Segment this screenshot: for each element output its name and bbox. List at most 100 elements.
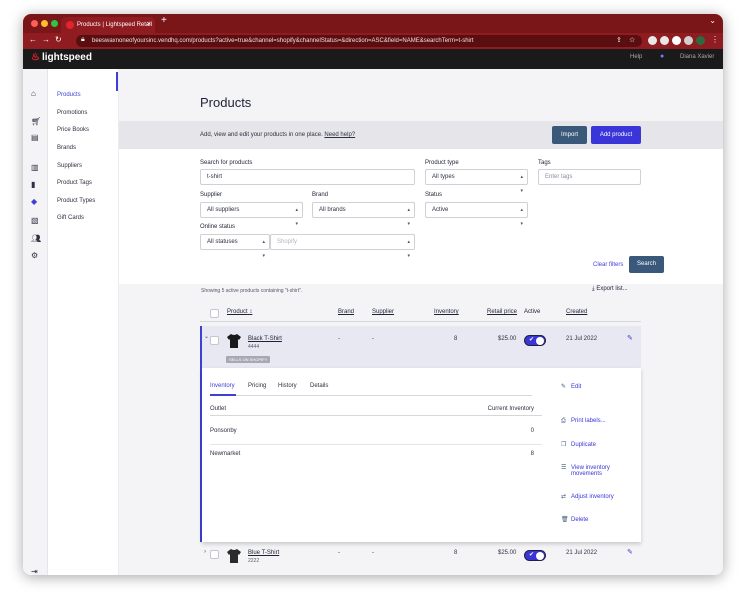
tags-placeholder: Enter tags <box>545 174 573 180</box>
supplier-select[interactable]: All suppliers ▴ ▾ <box>200 202 303 227</box>
adjust-action-label: Adjust inventory <box>571 494 614 500</box>
row-checkbox[interactable] <box>210 336 219 345</box>
edit-pencil-icon[interactable]: ✎ <box>627 334 633 342</box>
flame-icon: ♨ <box>31 52 40 63</box>
product-name-link[interactable]: Blue T-Shirt <box>248 550 279 556</box>
expand-chevron-icon[interactable]: › <box>204 549 206 555</box>
puzzle-extensions-icon[interactable] <box>672 36 681 45</box>
close-tab-icon[interactable]: × <box>147 17 151 33</box>
brand-select[interactable]: All brands ▴ ▾ <box>312 202 415 227</box>
column-product[interactable]: Product ↕ <box>227 309 252 315</box>
back-arrow-icon[interactable]: ← <box>29 35 37 44</box>
edit-pencil-icon[interactable]: ✎ <box>627 548 633 556</box>
printer-icon: ⎙ <box>561 418 566 424</box>
subnav-item-suppliers[interactable]: Suppliers <box>57 163 82 169</box>
status-select[interactable]: Active ▴ ▾ <box>425 202 528 227</box>
lightspeed-logo[interactable]: ♨ lightspeed <box>31 52 92 63</box>
export-list-button[interactable]: ⤓ Export list... <box>592 286 628 293</box>
print-labels-action[interactable]: ⎙ Print labels... <box>561 418 606 425</box>
address-url[interactable]: beeswaxnoneofyoursinc.vendhq.com/product… <box>92 35 474 47</box>
help-link[interactable]: Help <box>630 54 642 60</box>
browser-menu-icon[interactable]: ⋮ <box>711 35 719 44</box>
import-button[interactable]: Import <box>552 126 587 144</box>
subnav-item-price-books[interactable]: Price Books <box>57 127 89 133</box>
subnav-item-brands[interactable]: Brands <box>57 145 76 151</box>
subnav-item-promotions[interactable]: Promotions <box>57 110 87 116</box>
column-retail-price[interactable]: Retail price <box>487 309 517 315</box>
view-inventory-movements-action[interactable]: ☰ View inventory movements <box>561 464 610 477</box>
column-inventory[interactable]: Inventory <box>434 309 459 315</box>
add-product-button[interactable]: Add product <box>591 126 641 144</box>
row-checkbox[interactable] <box>210 550 219 559</box>
tab-history[interactable]: History <box>278 383 297 389</box>
table-row[interactable]: ⌄ Black T-Shirt 4444 SELLS ON SHOPIFY - … <box>200 326 641 368</box>
extension-icon[interactable] <box>648 36 657 45</box>
need-help-link[interactable]: Need help? <box>324 132 355 138</box>
customers-icon[interactable]: 👥︎ <box>31 234 41 243</box>
inventory-icon[interactable]: ▧ <box>31 216 39 225</box>
clear-filters-link[interactable]: Clear filters <box>593 262 623 268</box>
subnav-item-product-tags[interactable]: Product Tags <box>57 180 92 186</box>
delete-action[interactable]: 🗑︎ Delete <box>561 516 588 523</box>
column-created[interactable]: Created <box>566 309 587 315</box>
supplier-label: Supplier <box>200 192 223 198</box>
subnav-item-product-types[interactable]: Product Types <box>57 198 95 204</box>
select-all-checkbox[interactable] <box>210 309 219 318</box>
maximize-window-icon[interactable] <box>51 20 58 27</box>
collapse-chevron-icon[interactable]: ⌄ <box>204 333 209 340</box>
collapse-sidebar-icon[interactable]: ⇥ <box>31 567 38 575</box>
table-row[interactable]: › Blue T-Shirt 2222 - - 8 $25.00 ✔ 21 Ju… <box>200 547 641 565</box>
user-name[interactable]: Diana Xavier <box>680 54 714 60</box>
products-icon[interactable]: ◆ <box>31 197 37 206</box>
column-brand[interactable]: Brand <box>338 309 354 315</box>
extension-icon[interactable] <box>660 36 669 45</box>
tab-details[interactable]: Details <box>310 383 328 389</box>
product-type-select[interactable]: All types ▴ ▾ <box>425 169 528 194</box>
sidebar-toggle-icon[interactable] <box>684 36 693 45</box>
product-name: Black T-Shirt <box>248 336 282 342</box>
column-supplier[interactable]: Supplier <box>372 309 394 315</box>
tags-input[interactable]: Enter tags <box>538 169 641 185</box>
share-icon[interactable]: ⇪ <box>616 35 622 47</box>
active-toggle[interactable]: ✔ <box>524 550 546 561</box>
receipts-icon[interactable]: ▥ <box>31 163 39 172</box>
tab-menu-chevron-icon[interactable]: ⌄ <box>709 16 716 25</box>
minimize-window-icon[interactable] <box>41 20 48 27</box>
price-cell: $25.00 <box>498 550 517 556</box>
new-tab-button[interactable]: + <box>161 15 167 26</box>
tab-inventory[interactable]: Inventory <box>210 383 235 389</box>
supplier-cell: - <box>372 336 374 342</box>
register-icon[interactable]: 🛒︎ <box>31 117 41 126</box>
product-sku: 2222 <box>248 558 260 564</box>
page-title: Products <box>200 95 252 110</box>
subnav-item-gift-cards[interactable]: Gift Cards <box>57 215 84 221</box>
close-window-icon[interactable] <box>31 20 38 27</box>
tab-pricing[interactable]: Pricing <box>248 383 266 389</box>
search-input[interactable]: t-shirt <box>200 169 415 185</box>
home-icon[interactable]: ⌂ <box>31 89 36 98</box>
notification-bell-icon[interactable]: ● <box>660 53 664 60</box>
sales-icon[interactable]: ▤ <box>31 133 39 142</box>
product-name-link[interactable]: Black T-Shirt <box>248 336 282 342</box>
online-status-label: Online status <box>200 224 236 230</box>
setup-icon[interactable]: ⚙ <box>31 251 38 260</box>
bookmark-star-icon[interactable]: ☆ <box>629 35 635 47</box>
profile-avatar-icon[interactable] <box>696 36 705 45</box>
info-text: Add, view and edit your products in one … <box>200 132 355 138</box>
trash-icon: 🗑︎ <box>561 517 569 523</box>
browser-tab[interactable]: Products | Lightspeed Retail × <box>61 17 155 33</box>
reload-icon[interactable]: ↻ <box>55 35 62 44</box>
active-toggle[interactable]: ✔ <box>524 335 546 346</box>
duplicate-action[interactable]: ❐ Duplicate <box>561 441 596 448</box>
search-button[interactable]: Search <box>629 256 664 273</box>
select-arrows-icon: ▴ ▾ <box>262 239 265 259</box>
address-bar[interactable]: 🔒︎ beeswaxnoneofyoursinc.vendhq.com/prod… <box>76 35 642 47</box>
edit-action[interactable]: ✎ Edit <box>561 383 581 390</box>
channel-select[interactable]: Shopify ▴ ▾ <box>270 234 415 259</box>
subnav-item-products[interactable]: Products <box>57 92 81 98</box>
adjust-inventory-action[interactable]: ⇄ Adjust inventory <box>561 493 614 500</box>
online-status-select[interactable]: All statuses ▴ ▾ <box>200 234 270 259</box>
forward-arrow-icon[interactable]: → <box>42 35 50 44</box>
check-icon: ✔ <box>529 337 535 343</box>
reports-icon[interactable]: ▮ <box>31 180 35 189</box>
